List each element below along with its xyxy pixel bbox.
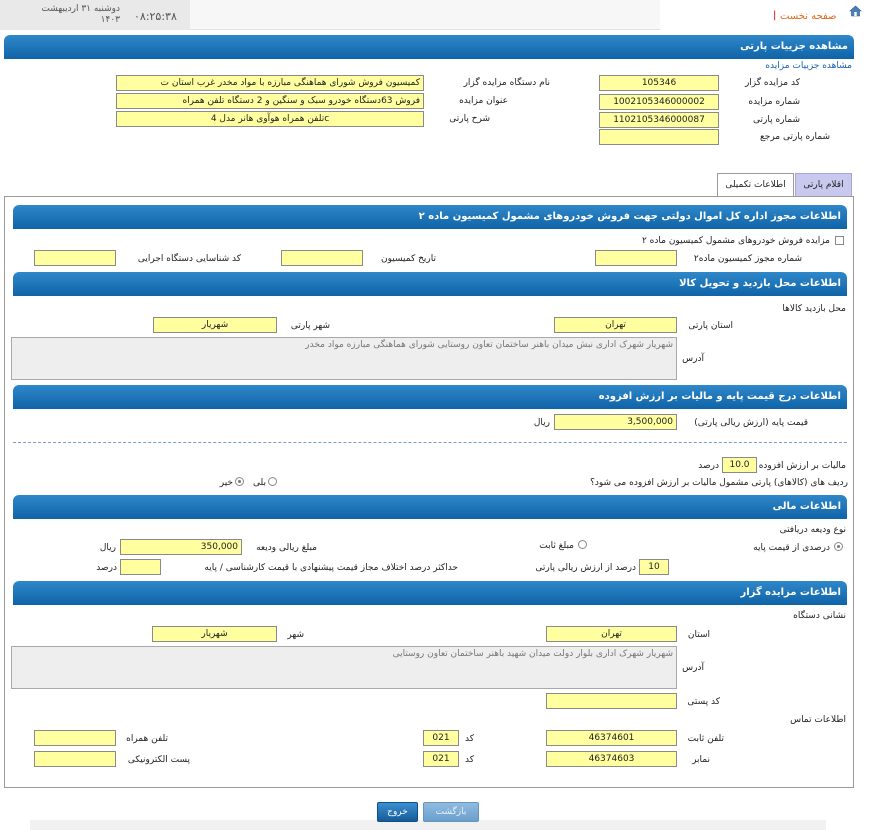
vat-question: ردیف های (کالاهای) پارتی مشمول مالیات بر… bbox=[590, 478, 848, 488]
vat-yes-radio[interactable] bbox=[268, 477, 277, 486]
deposit-percent-radio[interactable] bbox=[834, 542, 843, 551]
contact-info-label: اطلاعات تماس bbox=[790, 715, 846, 725]
auctioneer-province-label: استان bbox=[687, 630, 710, 640]
top-bar: صفحه نخست | ۰۸:۲۵:۳۸ دوشنبه ۳۱ اردیبهشت … bbox=[0, 0, 870, 30]
page-title: مشاهده جزییات پارتی bbox=[740, 41, 848, 52]
exit-button[interactable]: خروج bbox=[377, 802, 418, 822]
auctioneer-address-label: آدرس bbox=[682, 663, 704, 673]
postal-code-field[interactable] bbox=[546, 693, 677, 709]
email-label: پست الکترونیکی bbox=[127, 755, 190, 765]
auctioneer-city-field[interactable]: شهریار bbox=[152, 626, 277, 642]
back-button[interactable]: بازگشت bbox=[423, 802, 479, 822]
auction-number-field[interactable]: 1002105346000002 bbox=[599, 94, 719, 110]
finance-section-header: اطلاعات مالی bbox=[13, 495, 847, 519]
auctioneer-city-label: شهر bbox=[287, 630, 304, 640]
home-link[interactable]: صفحه نخست bbox=[780, 11, 837, 22]
auction-number-label: شماره مزایده bbox=[748, 97, 800, 107]
auction-title-field[interactable]: فروش 63دستگاه خودرو سبک و سنگین و 2 دستگ… bbox=[116, 93, 424, 109]
visit-section-header: اطلاعات محل بازدید و تحویل کالا bbox=[13, 272, 847, 296]
max-diff-percent-label: درصد bbox=[96, 563, 117, 573]
ref-party-number-label: شماره پارتی مرجع bbox=[759, 132, 830, 142]
deposit-percent-option: درصدی از قیمت پایه bbox=[753, 543, 830, 553]
deposit-fixed-radio[interactable] bbox=[578, 540, 587, 549]
vat-no-label: خیر bbox=[219, 478, 233, 488]
device-address-label: نشانی دستگاه bbox=[793, 611, 846, 621]
permit-section-header: اطلاعات مجوز اداره کل اموال دولتی جهت فر… bbox=[13, 205, 847, 229]
ref-party-number-field[interactable] bbox=[599, 129, 719, 145]
party-desc-field[interactable]: تلفن همراه هوآوی هانر مدل 4c bbox=[116, 111, 424, 127]
party-number-label: شماره پارتی bbox=[752, 115, 800, 125]
date-line-2: ۱۴۰۳ bbox=[100, 15, 120, 25]
vat-label: مالیات بر ارزش افزوده bbox=[758, 461, 846, 471]
postal-code-label: کد پستی bbox=[687, 697, 720, 707]
deposit-amount-label: مبلغ ریالی ودیعه bbox=[256, 543, 317, 553]
device-name-label: نام دستگاه مزایده گزار bbox=[463, 78, 550, 88]
base-price-label: قیمت پایه (ارزش ریالی پارتی) bbox=[694, 418, 808, 428]
visit-address-label: آدرس bbox=[682, 354, 704, 364]
deposit-percent-label: درصد از ارزش ریالی پارتی bbox=[535, 563, 636, 573]
vat-field[interactable]: 10.0 bbox=[722, 457, 757, 473]
deposit-type-label: نوع ودیعه دریافتی bbox=[779, 525, 846, 535]
commission-date-field[interactable] bbox=[281, 250, 363, 266]
tab-extra-info[interactable]: اطلاعات تکمیلی bbox=[717, 173, 794, 197]
base-price-field[interactable]: 3,500,000 bbox=[554, 414, 677, 430]
visit-province-label: استان پارتی bbox=[688, 321, 733, 331]
deposit-percent-field[interactable]: 10 bbox=[639, 559, 669, 575]
permit-number-label: شماره مجوز کمیسیون ماده۲ bbox=[693, 254, 802, 264]
vat-yes-label: بلی bbox=[253, 478, 266, 488]
auctioneer-province-field[interactable]: تهران bbox=[546, 626, 677, 642]
commission-checkbox[interactable] bbox=[835, 236, 844, 245]
exec-code-field[interactable] bbox=[34, 250, 116, 266]
commission-checkbox-label: مزایده فروش خودروهای مشمول کمیسیون ماده … bbox=[641, 236, 830, 246]
breadcrumb[interactable]: مشاهده جزییات مزایده bbox=[700, 61, 852, 71]
auction-title-label: عنوان مزایده bbox=[459, 96, 508, 106]
party-desc-label: شرح پارتی bbox=[449, 114, 490, 124]
phone-label: تلفن ثابت bbox=[687, 734, 724, 744]
phone-code-field[interactable]: 021 bbox=[423, 730, 459, 746]
fax-field[interactable]: 46374603 bbox=[546, 751, 677, 767]
auctioneer-section-header: اطلاعات مزایده گزار bbox=[13, 581, 847, 605]
phone-field[interactable]: 46374601 bbox=[546, 730, 677, 746]
date-display: دوشنبه ۳۱ اردیبهشت ۱۴۰۳ bbox=[20, 4, 120, 26]
device-name-field[interactable]: کمیسیون فروش شورای هماهنگی مبارزه با موا… bbox=[116, 75, 424, 91]
separator: | bbox=[773, 10, 777, 21]
date-line-1: دوشنبه ۳۱ اردیبهشت bbox=[41, 4, 120, 14]
deposit-fixed-option: مبلغ ثابت bbox=[539, 541, 574, 551]
tab-party-items[interactable]: اقلام پارتی bbox=[795, 173, 852, 196]
price-section-header: اطلاعات درج قیمت پایه و مالیات بر ارزش ا… bbox=[13, 385, 847, 409]
phone-code-label: کد bbox=[464, 734, 474, 744]
vat-percent-label: درصد bbox=[698, 461, 719, 471]
clock-time: ۰۸:۲۵:۳۸ bbox=[134, 10, 177, 23]
visit-city-label: شهر پارتی bbox=[290, 321, 330, 331]
deposit-currency: ریال bbox=[99, 543, 116, 553]
visit-city-field[interactable]: شهریار bbox=[153, 317, 277, 333]
email-field[interactable] bbox=[34, 751, 116, 767]
mobile-field[interactable] bbox=[34, 730, 116, 746]
permit-number-field[interactable] bbox=[595, 250, 677, 266]
deposit-amount-field[interactable]: 350,000 bbox=[120, 539, 242, 555]
home-area bbox=[660, 0, 870, 30]
max-diff-field[interactable] bbox=[120, 559, 161, 575]
visit-province-field[interactable]: تهران bbox=[554, 317, 677, 333]
auctioneer-code-field[interactable]: 105346 bbox=[599, 75, 719, 91]
auctioneer-code-label: کد مزایده گزار bbox=[744, 78, 800, 88]
fax-code-label: کد bbox=[464, 755, 474, 765]
visit-address-field[interactable]: شهریار شهرک اداری نبش میدان باهنر ساختما… bbox=[11, 337, 677, 380]
page-title-bar: مشاهده جزییات پارتی bbox=[4, 35, 854, 59]
fax-code-field[interactable]: 021 bbox=[423, 751, 459, 767]
vat-no-radio[interactable] bbox=[235, 477, 244, 486]
commission-date-label: تاریخ کمیسیون bbox=[381, 254, 436, 264]
max-diff-label: حداکثر درصد اختلاف مجاز قیمت پیشنهادی با… bbox=[204, 563, 458, 573]
auctioneer-address-field[interactable]: شهریار شهرک اداری بلوار دولت میدان شهید … bbox=[11, 646, 677, 689]
mobile-label: تلفن همراه bbox=[126, 734, 168, 744]
party-number-field[interactable]: 1102105346000087 bbox=[599, 112, 719, 128]
home-icon[interactable] bbox=[849, 5, 862, 17]
base-price-currency: ریال bbox=[533, 418, 550, 428]
exec-code-label: کد شناسایی دستگاه اجرایی bbox=[137, 254, 241, 264]
dashed-divider bbox=[13, 442, 847, 443]
visit-subtitle: محل بازدید کالاها bbox=[782, 304, 846, 314]
fax-label: نمابر bbox=[692, 755, 710, 765]
